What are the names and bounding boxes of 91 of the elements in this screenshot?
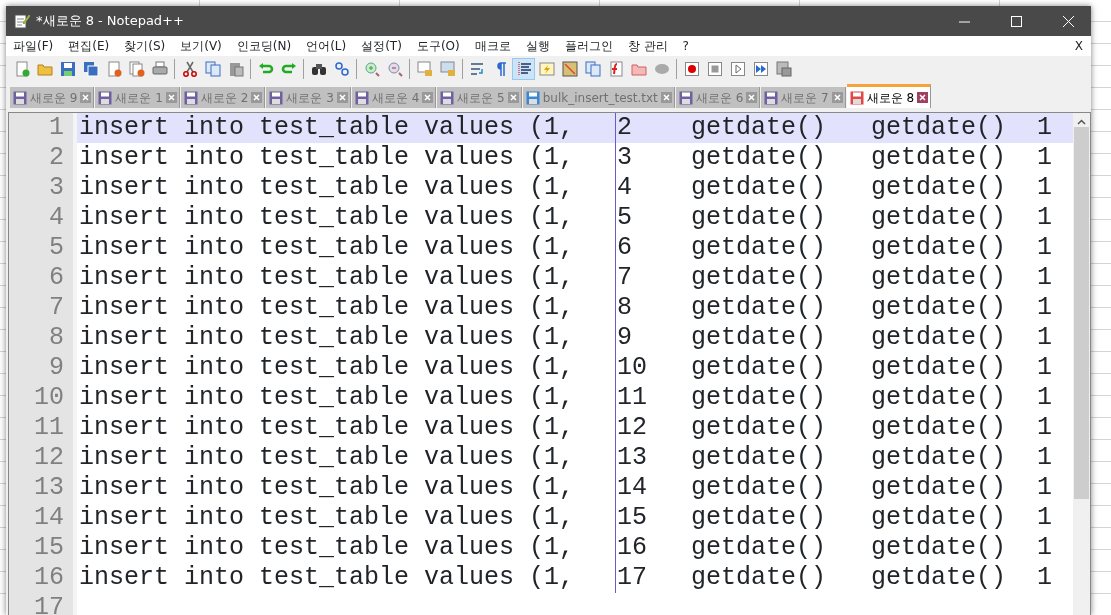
tab-close-icon[interactable] [336,92,348,103]
notepad-icon [14,13,30,29]
tab-close-icon[interactable] [831,92,843,103]
code-line: insert into test_table values (1, 5 getdate() getdate() 1 [78,203,1053,233]
menu-item[interactable]: 창 관리 [626,37,674,55]
tab-close-icon[interactable] [251,92,263,103]
function-list-icon [607,61,624,77]
tab-close-icon[interactable] [165,92,177,103]
scroll-up-icon[interactable] [1077,119,1086,125]
indent-guide-icon [515,61,532,77]
window-title: *새로운 8 - Notepad++ [36,12,185,31]
tab-close-icon[interactable] [660,92,672,103]
printer-icon [151,61,168,77]
zoom-in-icon [363,61,380,77]
code-line: insert into test_table values (1, 7 getdate() getdate() 1 [78,263,1053,293]
menu-item[interactable]: ? [681,37,695,55]
line-number: 5 [48,233,65,263]
new-file-icon [13,61,30,77]
tab-close-icon[interactable] [917,92,929,103]
menu-item[interactable]: 설정(T) [360,37,408,55]
close-icon[interactable] [1062,15,1074,27]
tab-close-icon[interactable] [80,92,92,103]
line-number: 15 [33,533,65,563]
line-number: 1 [48,113,65,143]
code-line: insert into test_table values (1, 9 getdate() getdate() 1 [78,323,1053,353]
line-number: 14 [33,503,65,533]
menu-item[interactable]: 플러그인 [563,37,619,55]
menu-item[interactable]: 인코딩(N) [235,37,298,55]
scrollbar-thumb[interactable] [1074,127,1089,499]
tab-close-icon[interactable] [422,92,434,103]
code-line: insert into test_table values (1, 8 getdate() getdate() 1 [78,293,1053,323]
close-file-icon [105,61,122,77]
folder-icon [36,61,53,77]
line-number: 8 [48,323,65,353]
menu-item[interactable]: 매크로 [473,37,517,55]
ellipse-icon [653,61,670,77]
menu-close-button[interactable]: X [1074,37,1083,55]
pages-icon [584,61,601,77]
code-line: insert into test_table values (1, 3 getdate() getdate() 1 [78,143,1053,173]
code-line: insert into test_table values (1, 6 getdate() getdate() 1 [78,233,1053,263]
menu-item[interactable]: 편집(E) [67,37,116,55]
vertical-scrollbar[interactable] [1073,113,1090,615]
binoculars-icon [310,61,327,77]
code-line: insert into test_table values (1, 14 getdate() getdate() 1 [78,473,1053,503]
menu-item[interactable]: 찾기(S) [123,37,172,55]
tab-close-icon[interactable] [746,92,758,103]
line-number: 7 [48,293,65,323]
code-line: insert into test_table values (1, 12 getdate() getdate() 1 [78,413,1053,443]
paste-icon [227,61,244,77]
line-number: 10 [33,383,65,413]
line-number: 16 [33,563,65,593]
code-line: insert into test_table values (1, 17 getdate() getdate() 1 [78,563,1053,593]
play-icon [729,61,746,77]
folder-icon [630,61,647,77]
line-number: 2 [48,143,65,173]
line-number: 13 [33,473,65,503]
line-number: 9 [48,353,65,383]
window-lock-icon [416,61,433,77]
menu-item[interactable]: 도구(O) [415,37,466,55]
menu-item[interactable]: 실행 [524,37,556,55]
lightning-window-icon [538,61,555,77]
file-tab[interactable]: 새로운 8 [846,84,932,108]
menu-item[interactable]: 언어(L) [305,37,353,55]
code-line: insert into test_table values (1, 15 getdate() getdate() 1 [78,503,1053,533]
code-line: insert into test_table values (1, 13 getdate() getdate() 1 [78,443,1053,473]
line-number: 17 [33,593,65,615]
zoom-out-icon [386,61,403,77]
code-line: insert into test_table values (1, 16 getdate() getdate() 1 [78,533,1053,563]
menu-item[interactable]: 보기(V) [179,37,228,55]
replace-icon [333,61,350,77]
window-lock-icon [439,61,456,77]
stop-icon [706,61,723,77]
line-number: 11 [33,413,65,443]
tab-close-icon[interactable] [507,92,519,103]
line-number: 3 [48,173,65,203]
fast-forward-icon [752,61,769,77]
record-icon [683,61,700,77]
code-line: insert into test_table values (1, 10 getdate() getdate() 1 [78,353,1053,383]
floppy-disks-icon [82,61,99,77]
line-number: 4 [48,203,65,233]
code-line: insert into test_table values (1, 11 getdate() getdate() 1 [78,383,1053,413]
code-line: insert into test_table values (1, 4 getdate() getdate() 1 [78,173,1053,203]
menu-item[interactable]: 파일(F) [12,37,60,55]
indent-guide-button[interactable] [512,58,535,80]
scissors-icon [181,61,198,77]
copy-icon [204,61,221,77]
maximize-icon[interactable] [1010,15,1022,27]
close-files-icon [128,61,145,77]
line-number: 12 [33,443,65,473]
word-wrap-icon [469,61,486,77]
line-number: 6 [48,263,65,293]
